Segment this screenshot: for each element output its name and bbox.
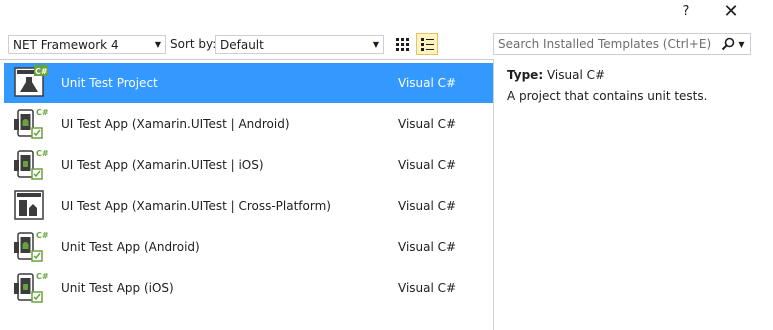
- framework-value: NET Framework 4: [13, 37, 119, 52]
- chevron-down-icon: ▼: [372, 40, 380, 49]
- framework-dropdown[interactable]: NET Framework 4 ▼: [8, 35, 166, 54]
- grid-view-icon: [396, 38, 409, 51]
- template-language: Visual C#: [398, 281, 457, 295]
- ios-unit-test-app-icon: C#: [12, 270, 49, 306]
- template-row[interactable]: C# Unit Test App (iOS) Visual C#: [4, 268, 493, 308]
- template-description: A project that contains unit tests.: [507, 89, 708, 103]
- search-dropdown-button[interactable]: ▼: [716, 37, 750, 51]
- template-row[interactable]: C# UI Test App (Xamarin.UITest | iOS) Vis…: [4, 145, 493, 185]
- template-language: Visual C#: [398, 158, 457, 172]
- small-icons-view-button[interactable]: [391, 33, 413, 55]
- svg-text:C#: C#: [36, 272, 48, 281]
- svg-text:C#: C#: [36, 149, 48, 158]
- unit-test-project-icon: C#: [12, 65, 48, 101]
- search-icon: [722, 37, 735, 51]
- search-templates-box[interactable]: ▼: [493, 33, 751, 55]
- cross-platform-test-app-icon: [12, 188, 48, 224]
- chevron-down-icon: ▼: [154, 40, 162, 49]
- template-name: UI Test App (Xamarin.UITest | iOS): [61, 158, 264, 172]
- search-input[interactable]: [498, 37, 716, 51]
- ios-test-app-icon: C#: [12, 147, 49, 183]
- android-unit-test-app-icon: C#: [12, 229, 49, 265]
- svg-text:C#: C#: [36, 231, 48, 240]
- svg-text:C#: C#: [35, 67, 48, 76]
- template-name: UI Test App (Xamarin.UITest | Cross-Plat…: [61, 199, 331, 213]
- template-list: C# Unit Test Project Visual C# C# UI Test…: [0, 59, 494, 330]
- sort-by-label: Sort by:: [170, 37, 217, 51]
- list-view-button[interactable]: [416, 33, 438, 55]
- template-language: Visual C#: [398, 240, 457, 254]
- template-type: Type: Visual C#: [507, 68, 707, 82]
- list-view-icon: [421, 38, 434, 51]
- template-language: Visual C#: [398, 76, 457, 90]
- type-label: Type:: [507, 68, 544, 82]
- template-language: Visual C#: [398, 117, 457, 131]
- type-value: Visual C#: [546, 68, 606, 82]
- svg-text:C#: C#: [36, 108, 48, 117]
- template-name: Unit Test App (Android): [61, 240, 200, 254]
- template-name: Unit Test Project: [61, 76, 158, 90]
- android-test-app-icon: C#: [12, 106, 49, 142]
- sort-by-dropdown[interactable]: Default ▼: [215, 35, 384, 54]
- close-button[interactable]: ✕: [717, 0, 745, 22]
- help-button[interactable]: ?: [672, 0, 700, 22]
- template-row[interactable]: C# Unit Test Project Visual C#: [4, 63, 493, 103]
- template-row[interactable]: C# Unit Test App (Android) Visual C#: [4, 227, 493, 267]
- template-name: Unit Test App (iOS): [61, 281, 174, 295]
- template-language: Visual C#: [398, 199, 457, 213]
- template-name: UI Test App (Xamarin.UITest | Android): [61, 117, 290, 131]
- chevron-down-icon: ▼: [738, 39, 745, 49]
- template-row[interactable]: UI Test App (Xamarin.UITest | Cross-Plat…: [4, 186, 493, 226]
- template-details: Type: Visual C# A project that contains …: [507, 68, 707, 103]
- sort-by-value: Default: [220, 37, 264, 52]
- template-row[interactable]: C# UI Test App (Xamarin.UITest | Android…: [4, 104, 493, 144]
